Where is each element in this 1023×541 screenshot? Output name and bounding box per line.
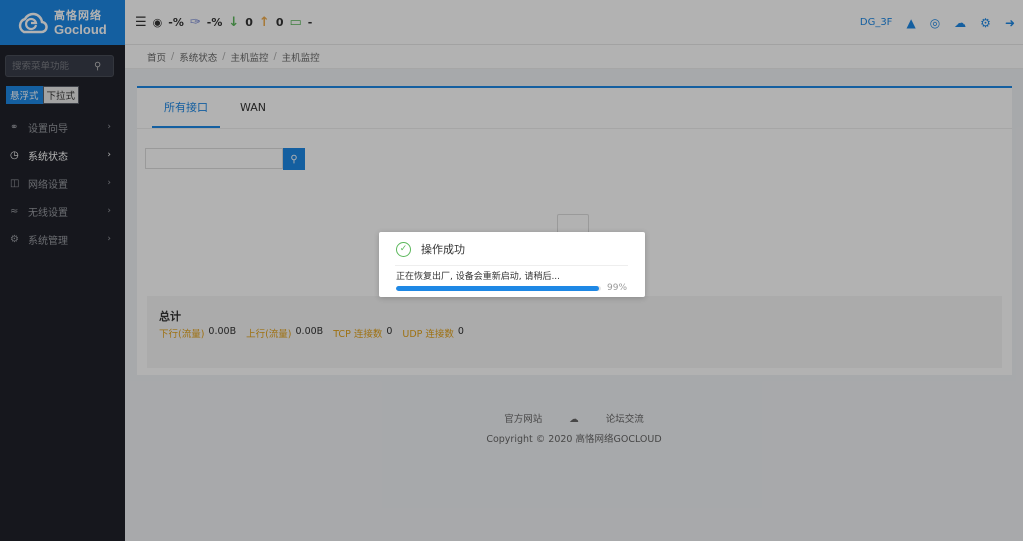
progress-bar bbox=[396, 286, 601, 291]
dialog-message: 正在恢复出厂, 设备会重新启动, 请稍后... bbox=[396, 272, 561, 282]
progress-text: 99% bbox=[607, 283, 628, 293]
success-dialog: ✓ 操作成功 正在恢复出厂, 设备会重新启动, 请稍后... 99% bbox=[379, 232, 645, 297]
check-circle-icon: ✓ bbox=[396, 241, 411, 257]
progress-fill bbox=[396, 286, 599, 291]
dialog-title: 操作成功 bbox=[421, 243, 465, 256]
